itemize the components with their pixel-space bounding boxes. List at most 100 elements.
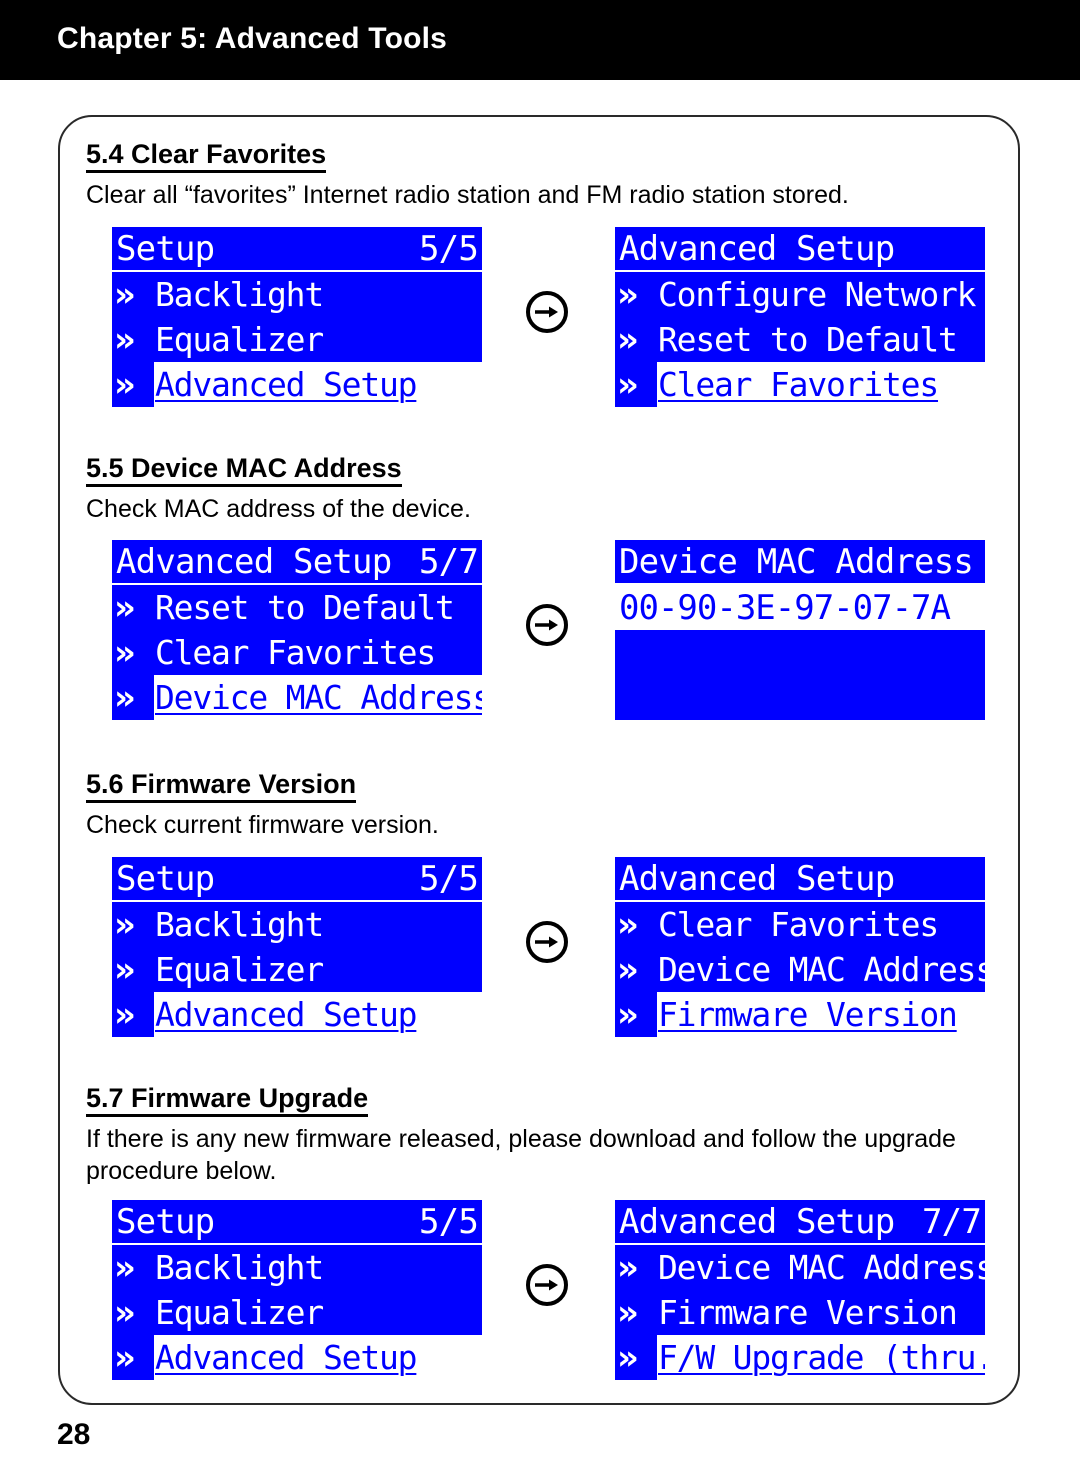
double-chevron-right-icon: » bbox=[615, 322, 657, 357]
lcd-title-bar: Setup 5/5 bbox=[112, 857, 482, 902]
lcd-menu-item-label: Firmware Version bbox=[657, 992, 985, 1037]
lcd-menu-item-label: Equalizer bbox=[155, 1293, 324, 1332]
section-description: Clear all “favorites” Internet radio sta… bbox=[86, 181, 849, 210]
double-chevron-right-icon: » bbox=[615, 952, 657, 987]
lcd-title-text: Advanced Setup bbox=[619, 1201, 895, 1242]
double-chevron-right-icon: » bbox=[615, 367, 657, 402]
section-5-4: 5.4 Clear Favorites Clear all “favorites… bbox=[86, 139, 996, 211]
lcd-menu-item[interactable]: » Firmware Version bbox=[615, 1290, 985, 1335]
screen-pair-5-7: Setup 5/5 » Backlight » Equalizer » Adva… bbox=[60, 1200, 1022, 1380]
lcd-menu-item[interactable]: » Configure Network bbox=[615, 272, 985, 317]
lcd-title-bar: Advanced Setup 7/7 bbox=[615, 1200, 985, 1245]
double-chevron-right-icon: » bbox=[112, 1340, 154, 1375]
lcd-menu-item[interactable]: » Device MAC Address bbox=[615, 947, 985, 992]
lcd-menu-item[interactable]: » Clear Favorites bbox=[615, 902, 985, 947]
screen-pair-5-6: Setup 5/5 » Backlight » Equalizer » Adva… bbox=[60, 857, 1022, 1037]
lcd-title-text: Device MAC Address bbox=[619, 541, 974, 582]
lcd-menu-item-label: Clear Favorites bbox=[155, 633, 436, 672]
lcd-menu-item-label: Backlight bbox=[155, 1248, 324, 1287]
lcd-menu-item-label: Clear Favorites bbox=[657, 362, 985, 407]
lcd-menu-item-selected[interactable]: » Advanced Setup bbox=[112, 992, 482, 1037]
double-chevron-right-icon: » bbox=[112, 1250, 154, 1285]
section-heading: 5.5 Device MAC Address bbox=[86, 453, 402, 488]
lcd-page-indicator: 5/5 bbox=[418, 1201, 479, 1242]
lcd-blank-line bbox=[615, 675, 985, 720]
double-chevron-right-icon: » bbox=[112, 635, 154, 670]
lcd-menu-item-selected[interactable]: » Device MAC Address bbox=[112, 675, 482, 720]
lcd-menu-item-label: Device MAC Address bbox=[154, 675, 482, 720]
chapter-header-bar: Chapter 5: Advanced Tools bbox=[0, 0, 1080, 80]
lcd-screen-advanced-setup[interactable]: Advanced Setup » Clear Favorites » Devic… bbox=[615, 857, 985, 1037]
lcd-screen-device-mac-address[interactable]: Device MAC Address 00-90-3E-97-07-7A bbox=[615, 540, 985, 720]
content-panel: 5.4 Clear Favorites Clear all “favorites… bbox=[58, 115, 1020, 1405]
section-heading: 5.4 Clear Favorites bbox=[86, 139, 327, 174]
double-chevron-right-icon: » bbox=[112, 1295, 154, 1330]
lcd-menu-item[interactable]: » Equalizer bbox=[112, 317, 482, 362]
double-chevron-right-icon: » bbox=[615, 997, 657, 1032]
lcd-menu-item-label: Device MAC Address bbox=[658, 950, 985, 989]
lcd-menu-item[interactable]: » Reset to Default bbox=[112, 585, 482, 630]
lcd-menu-item[interactable]: » Equalizer bbox=[112, 1290, 482, 1335]
lcd-menu-item-label: F/W Upgrade (thru. U bbox=[657, 1335, 985, 1380]
lcd-menu-item-selected[interactable]: » Firmware Version bbox=[615, 992, 985, 1037]
lcd-title-bar: Advanced Setup 5/7 bbox=[112, 540, 482, 585]
double-chevron-right-icon: » bbox=[112, 680, 154, 715]
lcd-menu-item-label: Backlight bbox=[155, 905, 324, 944]
lcd-title-bar: Advanced Setup bbox=[615, 227, 985, 272]
double-chevron-right-icon: » bbox=[112, 590, 154, 625]
screen-pair-5-5: Advanced Setup 5/7 » Reset to Default » … bbox=[60, 540, 1022, 720]
section-5-5: 5.5 Device MAC Address Check MAC address… bbox=[86, 453, 996, 525]
section-heading: 5.7 Firmware Upgrade bbox=[86, 1083, 369, 1118]
lcd-title-text: Advanced Setup bbox=[619, 228, 895, 269]
lcd-page-indicator: 5/5 bbox=[418, 858, 479, 899]
lcd-menu-item[interactable]: » Reset to Default bbox=[615, 317, 985, 362]
lcd-menu-item-label: Backlight bbox=[155, 275, 324, 314]
double-chevron-right-icon: » bbox=[615, 1295, 657, 1330]
lcd-screen-setup[interactable]: Setup 5/5 » Backlight » Equalizer » Adva… bbox=[112, 1200, 482, 1380]
double-chevron-right-icon: » bbox=[112, 322, 154, 357]
page-number: 28 bbox=[57, 1418, 91, 1451]
lcd-menu-item-selected[interactable]: » Advanced Setup bbox=[112, 1335, 482, 1380]
lcd-page-indicator: 5/5 bbox=[418, 228, 479, 269]
lcd-title-text: Setup bbox=[116, 228, 215, 269]
lcd-menu-item[interactable]: » Clear Favorites bbox=[112, 630, 482, 675]
lcd-title-bar: Setup 5/5 bbox=[112, 227, 482, 272]
lcd-screen-advanced-setup[interactable]: Advanced Setup 5/7 » Reset to Default » … bbox=[112, 540, 482, 720]
lcd-menu-item[interactable]: » Backlight bbox=[112, 1245, 482, 1290]
section-description: Check current firmware version. bbox=[86, 811, 439, 840]
lcd-menu-item-label: Advanced Setup bbox=[154, 362, 482, 407]
lcd-screen-setup[interactable]: Setup 5/5 » Backlight » Equalizer » Adva… bbox=[112, 857, 482, 1037]
section-description: If there is any new firmware released, p… bbox=[86, 1125, 956, 1186]
lcd-menu-item[interactable]: » Equalizer bbox=[112, 947, 482, 992]
lcd-menu-item-selected[interactable]: » Clear Favorites bbox=[615, 362, 985, 407]
section-5-6: 5.6 Firmware Version Check current firmw… bbox=[86, 769, 996, 841]
section-description: Check MAC address of the device. bbox=[86, 495, 471, 524]
lcd-menu-item-label: Firmware Version bbox=[658, 1293, 958, 1332]
lcd-title-bar: Advanced Setup bbox=[615, 857, 985, 902]
mac-address-value: 00-90-3E-97-07-7A bbox=[615, 585, 985, 630]
double-chevron-right-icon: » bbox=[112, 907, 154, 942]
lcd-menu-item-label: Equalizer bbox=[155, 320, 324, 359]
lcd-menu-item[interactable]: » Backlight bbox=[112, 272, 482, 317]
lcd-menu-item-label: Reset to Default bbox=[155, 588, 455, 627]
lcd-screen-advanced-setup[interactable]: Advanced Setup 7/7 » Device MAC Address … bbox=[615, 1200, 985, 1380]
lcd-title-bar: Device MAC Address bbox=[615, 540, 985, 585]
lcd-screen-setup[interactable]: Setup 5/5 » Backlight » Equalizer » Adva… bbox=[112, 227, 482, 407]
lcd-title-text: Advanced Setup bbox=[116, 541, 392, 582]
lcd-screen-advanced-setup[interactable]: Advanced Setup » Configure Network » Res… bbox=[615, 227, 985, 407]
lcd-menu-item-selected[interactable]: » F/W Upgrade (thru. U bbox=[615, 1335, 985, 1380]
lcd-menu-item[interactable]: » Backlight bbox=[112, 902, 482, 947]
lcd-title-text: Setup bbox=[116, 858, 215, 899]
chapter-title: Chapter 5: Advanced Tools bbox=[57, 22, 448, 55]
double-chevron-right-icon: » bbox=[615, 277, 657, 312]
lcd-menu-item[interactable]: » Device MAC Address bbox=[615, 1245, 985, 1290]
double-chevron-right-icon: » bbox=[112, 277, 154, 312]
lcd-title-bar: Setup 5/5 bbox=[112, 1200, 482, 1245]
lcd-menu-item-selected[interactable]: » Advanced Setup bbox=[112, 362, 482, 407]
lcd-page-indicator: 7/7 bbox=[921, 1201, 982, 1242]
lcd-menu-item-label: Reset to Default bbox=[658, 320, 958, 359]
double-chevron-right-icon: » bbox=[112, 367, 154, 402]
circle-arrow-right-icon bbox=[524, 1262, 570, 1308]
section-5-7: 5.7 Firmware Upgrade If there is any new… bbox=[86, 1083, 996, 1187]
screen-pair-5-4: Setup 5/5 » Backlight » Equalizer » Adva… bbox=[60, 227, 1022, 407]
